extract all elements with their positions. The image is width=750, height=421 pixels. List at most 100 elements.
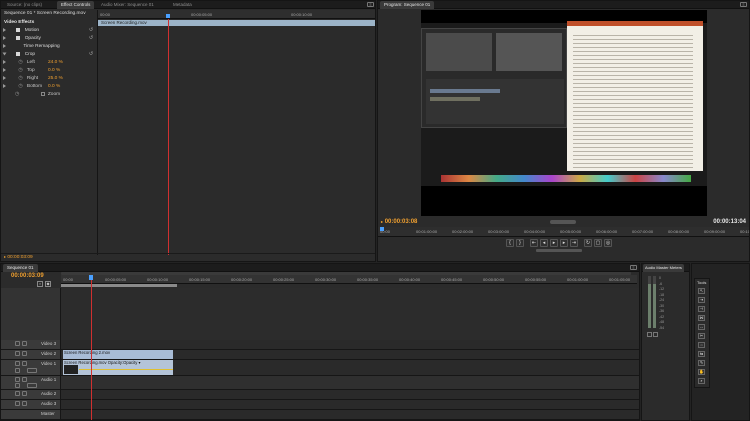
reset-icon[interactable]: ↺	[89, 35, 93, 43]
eye-icon[interactable]	[15, 361, 20, 366]
effect-motion[interactable]: Motion ↺	[1, 27, 97, 35]
crop-bottom-param[interactable]: ◷ Bottom 0.0 %	[1, 83, 97, 91]
zoom-scrollbar[interactable]	[550, 220, 576, 224]
expand-triangle-icon[interactable]	[3, 75, 6, 80]
program-ruler[interactable]: 00:00 00:01:00:00 00:02:00:00 00:03:00:00 00…	[378, 227, 749, 237]
marker-icon[interactable]: ◆	[45, 281, 51, 287]
speaker-icon[interactable]	[15, 401, 20, 406]
expand-triangle-icon[interactable]	[3, 27, 6, 32]
crop-left-param[interactable]: ◷ Left 24.0 %	[1, 59, 97, 67]
step-forward-icon[interactable]: ▸	[560, 239, 568, 247]
crop-zoom-param[interactable]: ◷ Zoom	[1, 91, 97, 99]
step-back-icon[interactable]: ◂	[540, 239, 548, 247]
eye-icon[interactable]	[15, 351, 20, 356]
mark-out-icon[interactable]: }	[516, 239, 524, 247]
effect-opacity[interactable]: Opacity ↺	[1, 35, 97, 43]
safe-margins-icon[interactable]: ▢	[594, 239, 602, 247]
timeline-timecode[interactable]: 00:00:03:09	[11, 273, 44, 279]
eye-icon[interactable]	[15, 341, 20, 346]
video-clip-screen-recording-2[interactable]: Screen Recording 2.mov	[63, 350, 173, 359]
fx-toggle-icon[interactable]	[16, 51, 21, 56]
track-video-1[interactable]: Video 1 Screen Recording.mov Opacity:Opa…	[1, 360, 639, 376]
tab-metadata[interactable]: Metadata	[169, 1, 196, 9]
ripple-edit-tool-icon[interactable]: ⊣	[698, 306, 705, 312]
slip-tool-icon[interactable]: ⇔	[698, 342, 705, 348]
panel-menu-icon[interactable]: ≡	[740, 2, 747, 7]
param-value[interactable]: 24.0 %	[48, 59, 63, 67]
jog-slider[interactable]	[536, 249, 582, 252]
expand-triangle-icon[interactable]	[3, 43, 6, 48]
zoom-checkbox[interactable]	[40, 91, 45, 96]
solo-left-icon[interactable]	[647, 332, 652, 337]
loop-icon[interactable]: ↻	[584, 239, 592, 247]
work-area-bar[interactable]	[61, 284, 177, 287]
panel-menu-icon[interactable]: ≡	[367, 2, 374, 7]
param-value[interactable]: 0.0 %	[48, 67, 60, 75]
lock-icon[interactable]	[22, 351, 27, 356]
mark-in-icon[interactable]: {	[506, 239, 514, 247]
export-frame-icon[interactable]: ◎	[604, 239, 612, 247]
selection-tool-icon[interactable]: ↖	[698, 288, 705, 294]
tab-effect-controls[interactable]: Effect Controls	[57, 1, 95, 9]
playhead-marker-icon[interactable]	[166, 14, 170, 18]
tab-audio-mixer[interactable]: Audio Mixer: Sequence 01	[97, 1, 158, 9]
solo-right-icon[interactable]	[653, 332, 658, 337]
lock-icon[interactable]	[22, 401, 27, 406]
opacity-rubberband[interactable]	[79, 369, 173, 370]
keyframe-icon[interactable]	[15, 368, 20, 373]
effect-controls-timecode[interactable]: ▸ 00:00:03:09	[4, 253, 33, 261]
lock-icon[interactable]	[22, 361, 27, 366]
lock-icon[interactable]	[22, 377, 27, 382]
tab-program[interactable]: Program: Sequence 01	[380, 1, 435, 9]
keyframe-icon[interactable]	[15, 383, 20, 388]
display-style-icon[interactable]	[27, 383, 37, 388]
expand-triangle-icon[interactable]	[2, 52, 7, 56]
param-value[interactable]: 25.0 %	[48, 75, 63, 83]
effect-controls-ruler[interactable]: 00:00 00:00:05:00 00:00:10:00	[98, 10, 375, 19]
play-icon[interactable]: ▸	[550, 239, 558, 247]
go-to-out-icon[interactable]: ⇥	[570, 239, 578, 247]
crop-top-param[interactable]: ◷ Top 0.0 %	[1, 67, 97, 75]
hand-tool-icon[interactable]: ✋	[698, 369, 705, 375]
timeline-ruler[interactable]: 00:00 00:00:05:00 00:00:10:00 00:00:15:00 00…	[61, 275, 637, 284]
tab-source[interactable]: Source: (no clips)	[3, 1, 46, 9]
reset-icon[interactable]: ↺	[89, 51, 93, 59]
effect-time-remapping[interactable]: Time Remapping	[1, 43, 97, 51]
speaker-icon[interactable]	[15, 391, 20, 396]
display-style-icon[interactable]	[27, 368, 37, 373]
rate-stretch-tool-icon[interactable]: ↔	[698, 324, 705, 330]
track-select-tool-icon[interactable]: ⇥	[698, 297, 705, 303]
panel-menu-icon[interactable]: ≡	[630, 265, 637, 270]
effect-crop[interactable]: Crop ↺	[1, 51, 97, 59]
stopwatch-icon[interactable]: ◷	[18, 60, 22, 65]
stopwatch-icon[interactable]: ◷	[18, 68, 22, 73]
track-audio-1[interactable]: Audio 1	[1, 376, 639, 390]
track-audio-3[interactable]: Audio 3	[1, 400, 639, 410]
zoom-tool-icon[interactable]: ⌕	[698, 378, 705, 384]
speaker-icon[interactable]	[15, 377, 20, 382]
crop-right-param[interactable]: ◷ Right 25.0 %	[1, 75, 97, 83]
stopwatch-icon[interactable]: ◷	[18, 76, 22, 81]
expand-triangle-icon[interactable]	[3, 83, 6, 88]
stopwatch-icon[interactable]: ◷	[15, 92, 19, 97]
expand-triangle-icon[interactable]	[3, 59, 6, 64]
fx-toggle-icon[interactable]	[16, 35, 21, 40]
expand-triangle-icon[interactable]	[3, 35, 6, 40]
razor-tool-icon[interactable]: ✂	[698, 333, 705, 339]
fx-toggle-icon[interactable]	[16, 27, 21, 32]
lock-icon[interactable]	[22, 391, 27, 396]
track-video-2[interactable]: Video 2 Screen Recording 2.mov	[1, 350, 639, 360]
rolling-edit-tool-icon[interactable]: ⋈	[698, 315, 705, 321]
video-clip-screen-recording[interactable]: Screen Recording.mov Opacity:Opacity ▾	[63, 360, 173, 375]
expand-triangle-icon[interactable]	[3, 67, 6, 72]
program-timecode-left[interactable]: ▸ 00:00:03:08	[381, 219, 417, 225]
program-video-frame[interactable]	[421, 10, 707, 216]
clip-bar[interactable]: Screen Recording.mov	[98, 20, 375, 26]
track-video-3[interactable]: Video 3	[1, 340, 639, 350]
program-playhead-icon[interactable]	[380, 227, 384, 231]
slide-tool-icon[interactable]: ⇆	[698, 351, 705, 357]
lock-icon[interactable]	[22, 341, 27, 346]
track-master[interactable]: Master	[1, 410, 639, 420]
track-audio-2[interactable]: Audio 2	[1, 390, 639, 400]
stopwatch-icon[interactable]: ◷	[18, 84, 22, 89]
